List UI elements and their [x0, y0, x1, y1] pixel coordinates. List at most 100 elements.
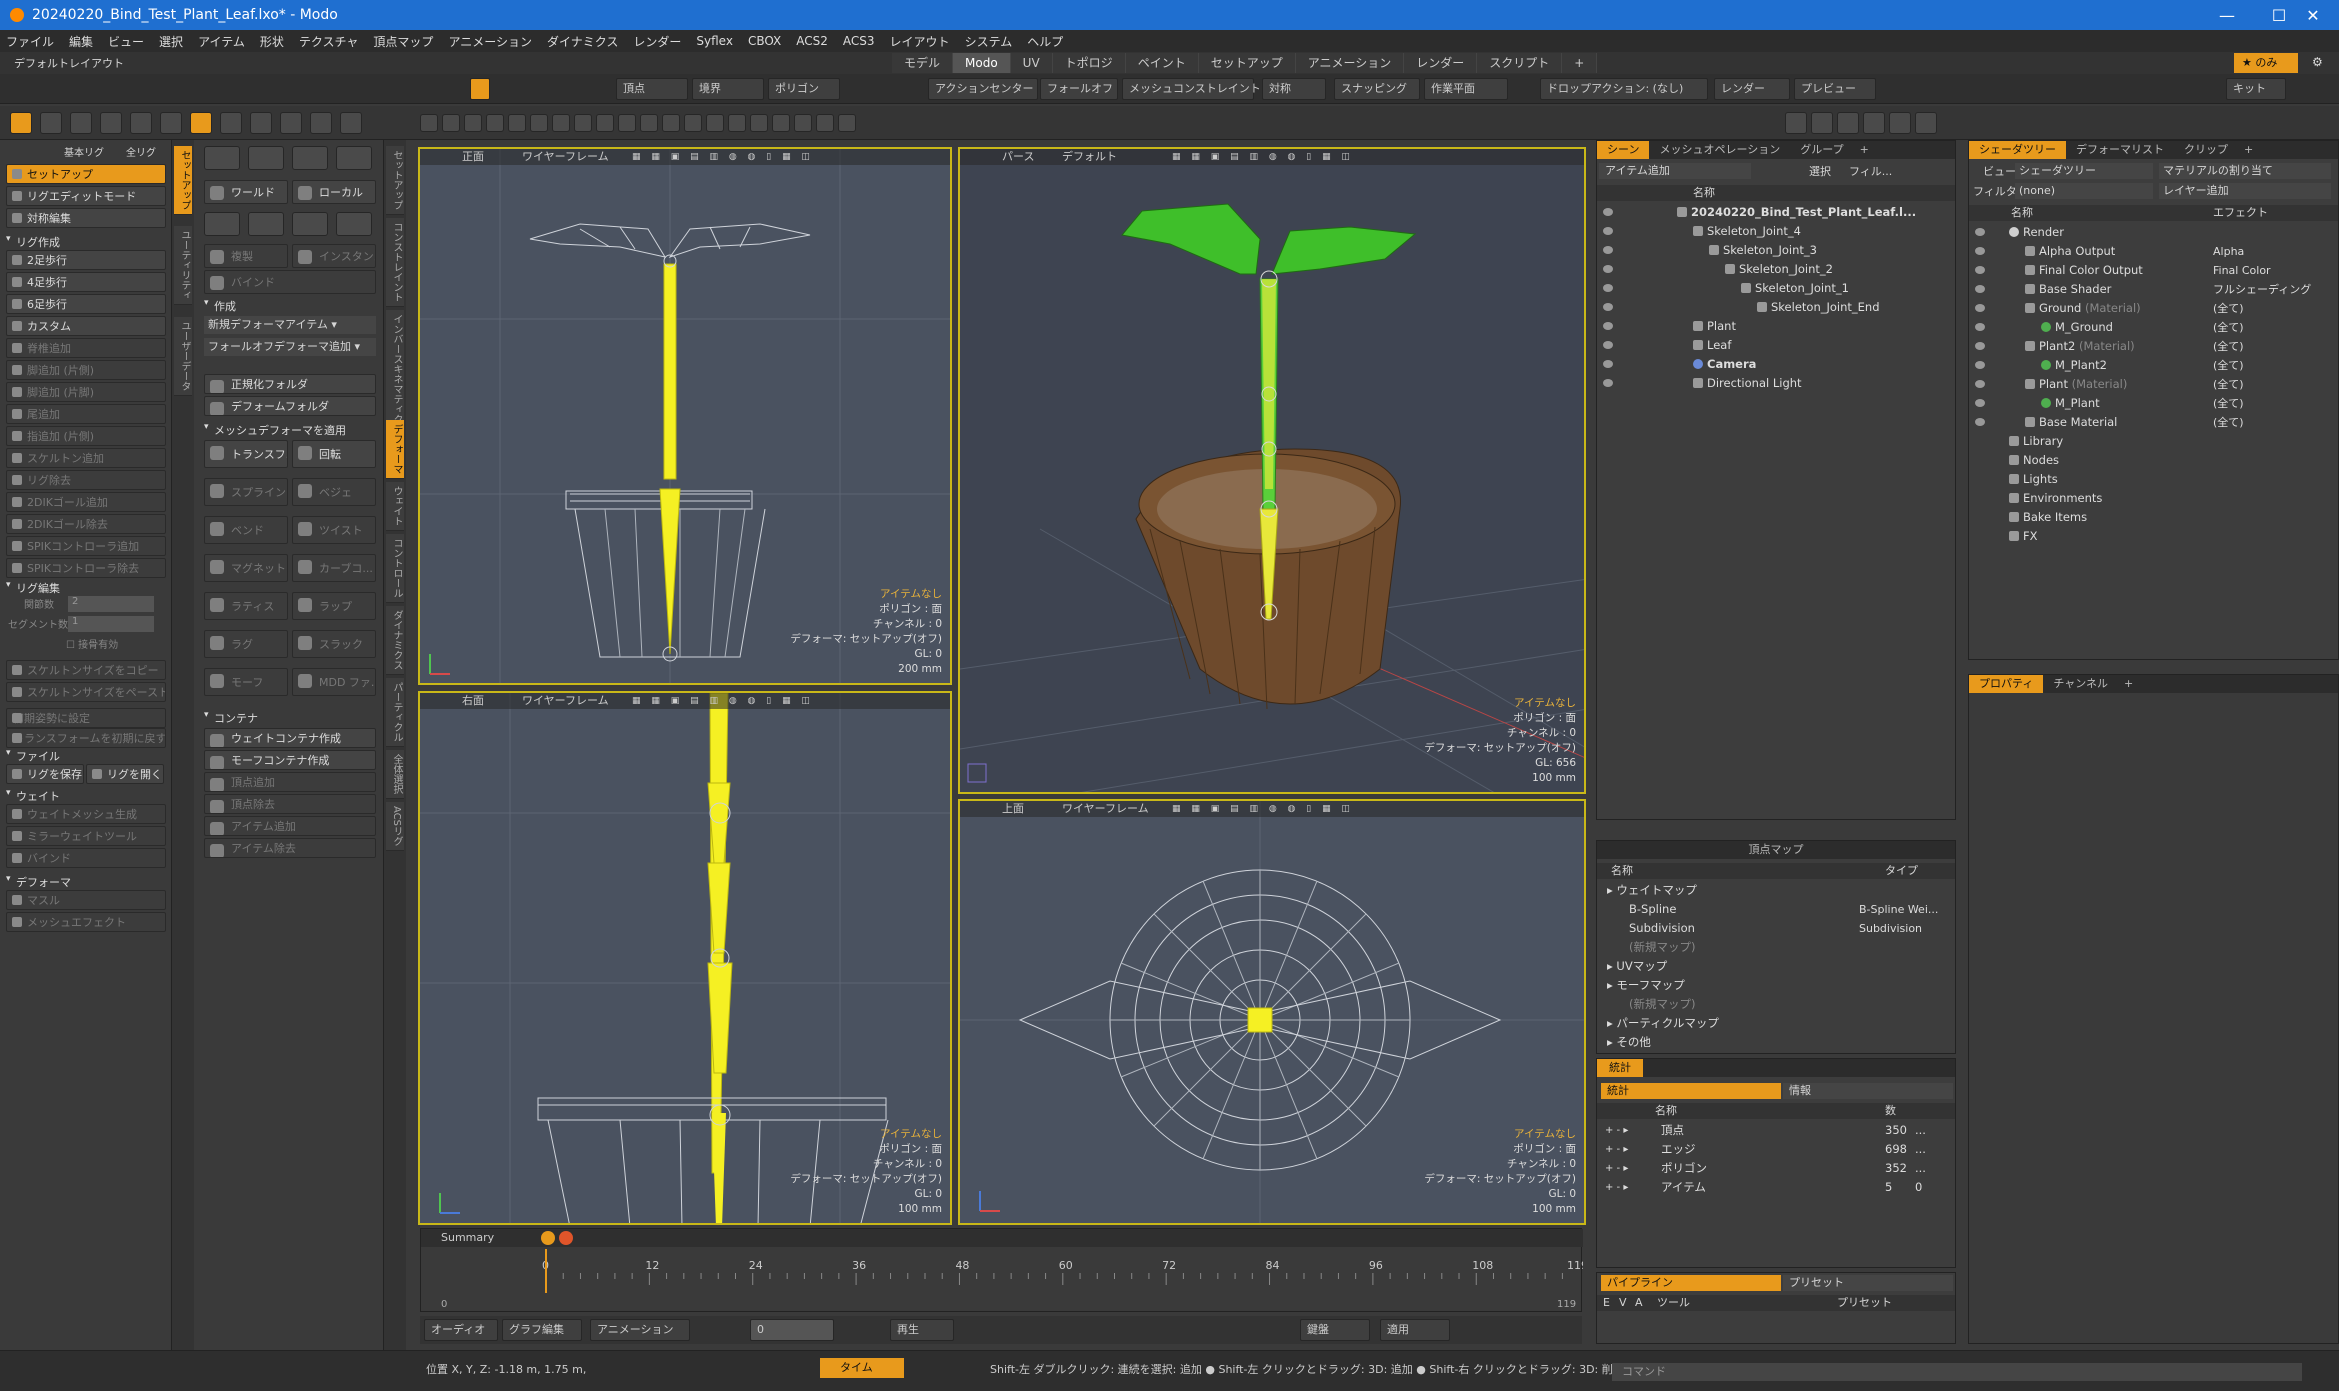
container-tool-0[interactable]: ウェイトコンテナ作成: [204, 728, 376, 748]
viewport-perspective[interactable]: パース デフォルト ▦ ▦ ▣ ▤ ▥ ◍ ◍ ▯ ▦ ◫ アイテムなし ポリゴン : …: [958, 147, 1586, 794]
setup-vtab-4[interactable]: ウェイト: [386, 482, 404, 531]
scene-item[interactable]: Leaf: [1597, 336, 1955, 355]
shader-item[interactable]: Base Shader フルシェーディング: [1969, 280, 2338, 299]
viewport-mode[interactable]: ワイヤーフレーム: [522, 693, 609, 709]
minimize-button[interactable]: —: [2201, 0, 2253, 30]
deformer-1-b[interactable]: ベジェ: [292, 478, 376, 506]
shader-item[interactable]: Plant (Material) (全て): [1969, 375, 2338, 394]
viewport-tool-icon[interactable]: [574, 114, 592, 132]
viewport-tool-icon[interactable]: [706, 114, 724, 132]
rig-tool-0[interactable]: セットアップ: [6, 164, 166, 184]
menu-item-11[interactable]: Syflex: [696, 34, 733, 48]
joint-tool-icon[interactable]: [292, 212, 328, 236]
symmetry-button[interactable]: 対称: [1262, 78, 1326, 100]
setup-vtab-0[interactable]: セットアップ: [386, 146, 404, 215]
stack-icon[interactable]: [250, 112, 272, 134]
timeline-panel[interactable]: Summary 012243648607284961081190119: [420, 1228, 1583, 1312]
shader-tab-0[interactable]: シェーダツリー: [1969, 141, 2066, 159]
visibility-eye-icon[interactable]: [1603, 208, 1613, 216]
shader-item[interactable]: Plant2 (Material) (全て): [1969, 337, 2338, 356]
setup-vtab-6[interactable]: ダイナミクス: [386, 606, 404, 675]
shader-effect[interactable]: (全て): [2213, 375, 2331, 394]
visibility-eye-icon[interactable]: [1975, 304, 1985, 312]
viewport-name[interactable]: 右面: [462, 693, 484, 709]
deformer-2-b[interactable]: ツイスト: [292, 516, 376, 544]
deformer-5-b[interactable]: スラック: [292, 630, 376, 658]
time-toggle[interactable]: タイム: [820, 1358, 904, 1378]
viewport-tool-icon[interactable]: [662, 114, 680, 132]
pen-icon[interactable]: [130, 112, 152, 134]
select-icon[interactable]: [100, 112, 122, 134]
deformer-2-a[interactable]: ベンド: [204, 516, 288, 544]
viewport-tool-icon[interactable]: [794, 114, 812, 132]
layer-add-button[interactable]: レイヤー追加: [2159, 183, 2331, 199]
shader-tab-2[interactable]: クリップ: [2174, 141, 2238, 159]
left-vtab-1[interactable]: ユーティリティ: [174, 226, 192, 305]
falloff-button[interactable]: フォールオフ: [1040, 78, 1118, 100]
list-icon[interactable]: [190, 112, 212, 134]
kit-button[interactable]: キット: [2226, 78, 2286, 100]
stats-expand-icon[interactable]: + - ▸: [1605, 1140, 1628, 1159]
item-mode-icon[interactable]: [10, 112, 32, 134]
shader-tab-1[interactable]: デフォーマリスト: [2066, 141, 2174, 159]
viewport-tool-icon[interactable]: [772, 114, 790, 132]
vmap-item[interactable]: Subdivision Subdivision: [1597, 919, 1955, 938]
bake-icon[interactable]: [1837, 112, 1859, 134]
zoom-icon[interactable]: [310, 112, 332, 134]
visibility-eye-icon[interactable]: [1603, 303, 1613, 311]
layout-tab-2[interactable]: UV: [1010, 53, 1053, 73]
bone-valid-checkbox[interactable]: ☐ 接骨有効: [66, 636, 118, 651]
add-tab-icon[interactable]: +: [2238, 143, 2259, 156]
graph-editor-button[interactable]: グラフ編集: [502, 1319, 582, 1341]
file-header[interactable]: ファイル: [6, 748, 60, 764]
menu-item-2[interactable]: ビュー: [108, 33, 144, 50]
viewport-tool-icon[interactable]: [552, 114, 570, 132]
deformer-3-b[interactable]: カーブコ...: [292, 554, 376, 582]
menu-item-9[interactable]: ダイナミクス: [547, 33, 618, 50]
shader-item[interactable]: Final Color Output Final Color: [1969, 261, 2338, 280]
visibility-eye-icon[interactable]: [1603, 284, 1613, 292]
viewport-tool-icon[interactable]: [618, 114, 636, 132]
transform-icon[interactable]: [70, 112, 92, 134]
deformer-0-a[interactable]: トランスフ...: [204, 440, 288, 468]
menu-item-0[interactable]: ファイル: [6, 33, 54, 50]
deformer-1-a[interactable]: スプライン: [204, 478, 288, 506]
rig-create-3[interactable]: カスタム: [6, 316, 166, 336]
select-button[interactable]: 選択: [1809, 163, 1831, 179]
add-tab-button[interactable]: +: [1562, 53, 1598, 73]
rig-create-2[interactable]: 6足歩行: [6, 294, 166, 314]
setup-vtab-3[interactable]: デフォーマ: [386, 420, 404, 479]
viewport-tool-icon[interactable]: [816, 114, 834, 132]
stats-row[interactable]: + - ▸ ポリゴン 352...: [1597, 1159, 1955, 1178]
vertex-mode-button[interactable]: 頂点: [616, 78, 688, 100]
shader-item[interactable]: Render: [1969, 223, 2338, 242]
visibility-eye-icon[interactable]: [1975, 247, 1985, 255]
workplane-button[interactable]: 作業平面: [1424, 78, 1508, 100]
world-button[interactable]: ワールド: [204, 180, 288, 204]
viewport-tool-icon[interactable]: [684, 114, 702, 132]
rig-scope-select[interactable]: 全リグ: [126, 144, 156, 159]
layout-tab-3[interactable]: トポロジ: [1052, 53, 1126, 73]
mesh-constraint-button[interactable]: メッシュコンストレイント: [1122, 78, 1261, 100]
layout-name[interactable]: デフォルトレイアウト: [14, 55, 124, 71]
rig-icon[interactable]: [160, 112, 182, 134]
menu-item-17[interactable]: ヘルプ: [1027, 33, 1063, 50]
add-item-button[interactable]: アイテム追加: [1599, 163, 1751, 179]
visibility-eye-icon[interactable]: [1603, 227, 1613, 235]
viewport-mode[interactable]: ワイヤーフレーム: [522, 149, 609, 165]
menu-item-8[interactable]: アニメーション: [448, 33, 532, 50]
shader-effect[interactable]: フルシェーディング: [2213, 280, 2331, 299]
render-button[interactable]: レンダー: [1714, 78, 1790, 100]
menu-item-12[interactable]: CBOX: [748, 34, 781, 48]
save-rig-button[interactable]: リグを保存: [6, 764, 84, 784]
scene-tab-2[interactable]: グループ: [1790, 141, 1853, 159]
weight-header[interactable]: ウェイト: [6, 788, 60, 804]
deformer-3-a[interactable]: マグネット: [204, 554, 288, 582]
layout-tab-5[interactable]: セットアップ: [1198, 53, 1296, 73]
shader-item[interactable]: Lights: [1969, 470, 2338, 489]
frame-input[interactable]: 0: [750, 1319, 834, 1341]
visibility-eye-icon[interactable]: [1975, 342, 1985, 350]
viewport-front[interactable]: 正面 ワイヤーフレーム ▦ ▦ ▣ ▤ ▥ ◍ ◍ ▯ ▦ ◫ アイテムなし ポリゴン …: [418, 147, 952, 685]
viewport-tool-icon[interactable]: [596, 114, 614, 132]
visibility-eye-icon[interactable]: [1603, 265, 1613, 273]
